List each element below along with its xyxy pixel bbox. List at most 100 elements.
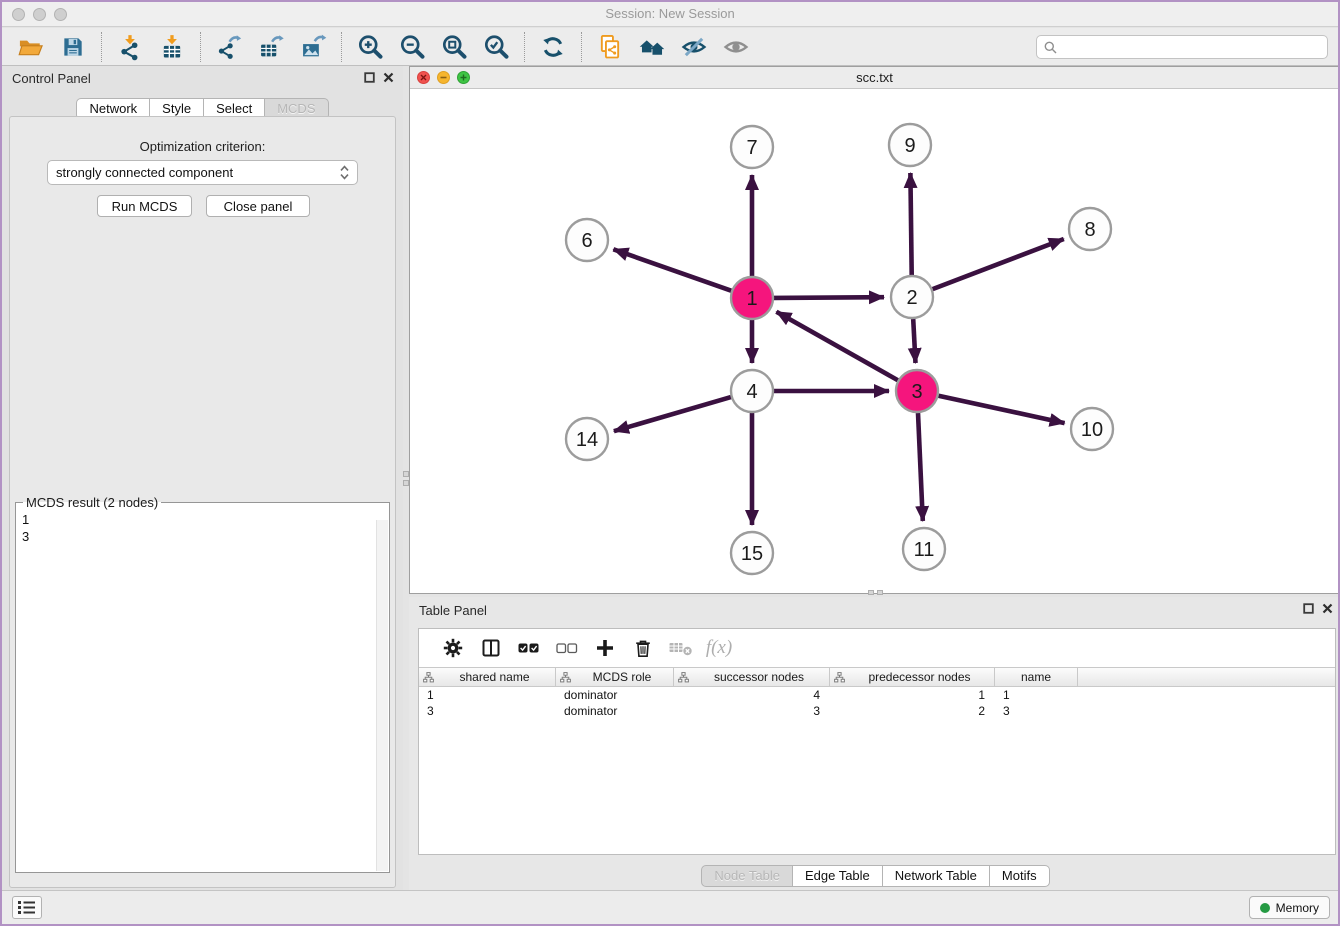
task-history-button[interactable]: [12, 896, 42, 919]
checked-boxes-icon: [518, 642, 540, 654]
refresh-layout-button[interactable]: [536, 31, 570, 63]
edge-2-3[interactable]: [913, 319, 915, 363]
tab-network-table[interactable]: Network Table: [883, 865, 990, 887]
toggle-panes-button[interactable]: [472, 632, 510, 664]
edge-1-6[interactable]: [613, 249, 731, 290]
table-panel-header: Table Panel: [409, 597, 1340, 621]
float-panel-icon[interactable]: [1303, 603, 1314, 614]
close-panel-icon[interactable]: [1322, 603, 1333, 614]
first-neighbors-button[interactable]: [635, 31, 669, 63]
network-document-icon: [596, 33, 624, 61]
edge-2-9[interactable]: [910, 173, 911, 275]
select-chevrons-icon: [340, 165, 349, 180]
export-image-button[interactable]: [296, 31, 330, 63]
export-table-icon: [257, 33, 285, 61]
export-image-icon: [299, 33, 327, 61]
trash-icon: [634, 638, 652, 658]
column-header-successor-nodes[interactable]: successor nodes: [674, 668, 830, 686]
svg-text:6: 6: [581, 230, 592, 252]
svg-text:4: 4: [746, 381, 757, 403]
float-panel-icon[interactable]: [364, 72, 375, 83]
network-view-window: scc.txt 7968124314101511: [409, 66, 1340, 594]
tab-motifs[interactable]: Motifs: [990, 865, 1050, 887]
deselect-all-button[interactable]: [548, 632, 586, 664]
table-cell: 3: [674, 704, 830, 718]
export-network-button[interactable]: [212, 31, 246, 63]
column-header-mcds-role[interactable]: MCDS role: [556, 668, 674, 686]
save-session-button[interactable]: [56, 31, 90, 63]
zoom-fit-icon: [440, 33, 468, 61]
close-panel-icon[interactable]: [383, 72, 394, 83]
mcds-result-line: 3: [22, 528, 375, 545]
memory-status-dot: [1260, 903, 1270, 913]
search-input[interactable]: [1062, 40, 1320, 55]
delete-table-button[interactable]: [662, 632, 700, 664]
new-network-from-selection-button[interactable]: [593, 31, 627, 63]
zoom-selected-button[interactable]: [479, 31, 513, 63]
node-14[interactable]: 14: [566, 418, 608, 460]
svg-text:1: 1: [746, 288, 757, 310]
node-1[interactable]: 1: [731, 277, 773, 319]
column-label: successor nodes: [689, 670, 829, 684]
two-columns-icon: [481, 638, 501, 658]
select-all-button[interactable]: [510, 632, 548, 664]
tab-node-table[interactable]: Node Table: [701, 865, 793, 887]
edge-2-8[interactable]: [933, 239, 1064, 289]
run-mcds-button[interactable]: Run MCDS: [97, 195, 192, 217]
hide-selected-button[interactable]: [677, 31, 711, 63]
column-settings-button[interactable]: [434, 632, 472, 664]
close-panel-button[interactable]: Close panel: [206, 195, 310, 217]
import-network-button[interactable]: [113, 31, 147, 63]
node-6[interactable]: 6: [566, 219, 608, 261]
node-8[interactable]: 8: [1069, 208, 1111, 250]
table-cell: 3: [419, 704, 556, 718]
table-panel-tabs: Node TableEdge TableNetwork TableMotifs: [701, 865, 1049, 887]
node-7[interactable]: 7: [731, 126, 773, 168]
edge-3-1[interactable]: [776, 312, 897, 381]
svg-text:10: 10: [1081, 419, 1103, 441]
node-15[interactable]: 15: [731, 532, 773, 574]
import-table-button[interactable]: [155, 31, 189, 63]
search-box[interactable]: [1036, 35, 1328, 59]
zoom-selected-icon: [482, 33, 510, 61]
result-scrollbar[interactable]: [376, 520, 388, 871]
edge-3-11[interactable]: [918, 413, 923, 521]
table-row[interactable]: 3dominator323: [419, 703, 1335, 719]
import-network-icon: [116, 33, 144, 61]
memory-button[interactable]: Memory: [1249, 896, 1330, 919]
zoom-in-button[interactable]: [353, 31, 387, 63]
node-11[interactable]: 11: [903, 528, 945, 570]
add-column-button[interactable]: [586, 632, 624, 664]
eye-slash-icon: [680, 33, 708, 61]
open-session-button[interactable]: [14, 31, 48, 63]
edge-3-10[interactable]: [939, 396, 1065, 423]
node-9[interactable]: 9: [889, 124, 931, 166]
column-header-name[interactable]: name: [995, 668, 1078, 686]
zoom-fit-button[interactable]: [437, 31, 471, 63]
node-2[interactable]: 2: [891, 276, 933, 318]
column-header-predecessor-nodes[interactable]: predecessor nodes: [830, 668, 995, 686]
network-graph[interactable]: 7 9 6 8 1 2 4 3 14 10 15 11: [410, 89, 1339, 593]
column-header-shared-name[interactable]: shared name: [419, 668, 556, 686]
table-row[interactable]: 1dominator411: [419, 687, 1335, 703]
optimization-criterion-select[interactable]: strongly connected component: [47, 160, 358, 185]
svg-text:11: 11: [914, 539, 935, 561]
svg-text:15: 15: [741, 543, 763, 565]
zoom-out-icon: [398, 33, 426, 61]
apply-function-button[interactable]: f(x): [700, 632, 738, 664]
horizontal-splitter-grip[interactable]: [860, 588, 890, 596]
node-10[interactable]: 10: [1071, 408, 1113, 450]
node-3[interactable]: 3: [896, 370, 938, 412]
node-4[interactable]: 4: [731, 370, 773, 412]
control-panel: Control Panel NetworkStyleSelectMCDS Opt…: [2, 66, 403, 894]
show-all-button[interactable]: [719, 31, 753, 63]
tab-edge-table[interactable]: Edge Table: [793, 865, 883, 887]
vertical-splitter-grip[interactable]: [402, 464, 409, 492]
zoom-out-button[interactable]: [395, 31, 429, 63]
edge-4-14[interactable]: [614, 397, 731, 431]
delete-column-button[interactable]: [624, 632, 662, 664]
edge-1-2[interactable]: [774, 297, 884, 298]
gear-icon: [443, 638, 463, 658]
table-cell: 1: [419, 688, 556, 702]
export-table-button[interactable]: [254, 31, 288, 63]
